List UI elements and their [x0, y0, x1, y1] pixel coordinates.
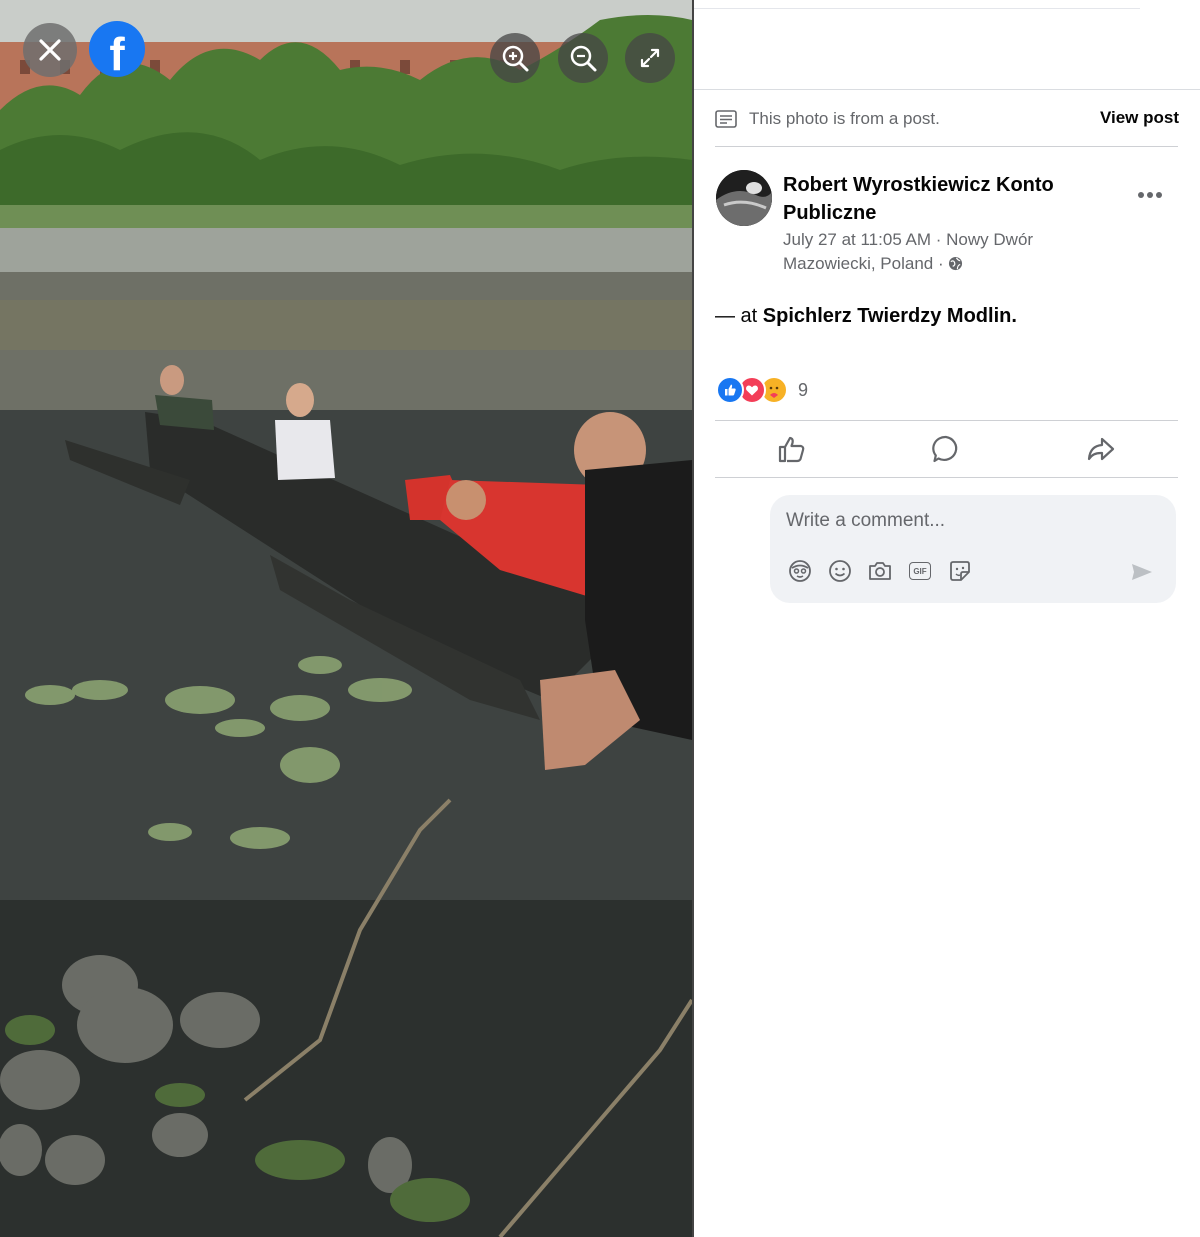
post-notice-text: This photo is from a post.: [749, 109, 940, 128]
facebook-logo[interactable]: f: [89, 21, 145, 80]
like-reaction-icon: [716, 376, 744, 404]
close-icon: [39, 39, 61, 61]
emoji-button[interactable]: [826, 557, 854, 585]
like-button[interactable]: [715, 421, 869, 477]
comment-input[interactable]: [786, 507, 1156, 535]
globe-icon: [949, 256, 963, 271]
author-avatar-image: [716, 170, 772, 226]
post-text-prefix: — at: [715, 305, 763, 327]
zoom-in-icon: [502, 45, 529, 72]
location-link[interactable]: Spichlerz Twierdzy Modlin.: [763, 305, 1017, 327]
camera-icon: [869, 562, 891, 580]
zoom-in-button[interactable]: [490, 33, 540, 83]
author-name[interactable]: Robert Wyrostkiewicz Konto Publiczne: [783, 171, 1083, 227]
sticker-button[interactable]: [946, 557, 974, 585]
more-options-button[interactable]: [1132, 180, 1168, 210]
post-meta: July 27 at 11:05 AM · Nowy Dwór Mazowiec…: [783, 228, 1083, 276]
header-divider: [694, 89, 1200, 90]
comment-button[interactable]: [869, 421, 1023, 477]
gif-label: GIF: [913, 566, 927, 576]
post-notice: This photo is from a post. View post: [715, 106, 1179, 132]
avatar-sticker-button[interactable]: [786, 557, 814, 585]
comment-composer: GIF: [770, 495, 1176, 603]
comment-icon: [932, 435, 958, 463]
share-button[interactable]: [1024, 421, 1178, 477]
actions-divider: [715, 477, 1178, 478]
more-dots-icon: [1138, 192, 1162, 198]
post-text: — at Spichlerz Twierdzy Modlin.: [715, 302, 1017, 330]
author-avatar[interactable]: [716, 170, 772, 226]
reaction-summary[interactable]: 9: [716, 376, 808, 404]
top-divider: [694, 8, 1140, 9]
post-photo: [0, 0, 692, 1237]
post-meta-text[interactable]: July 27 at 11:05 AM · Nowy Dwór Mazowiec…: [783, 230, 1033, 273]
zoom-out-button[interactable]: [558, 33, 608, 83]
photo-button[interactable]: [866, 557, 894, 585]
expand-icon: [640, 48, 660, 68]
facebook-logo-letter: f: [109, 28, 125, 80]
notice-divider: [715, 146, 1178, 147]
avatar-sticker-icon: [789, 560, 811, 582]
comment-tools: GIF: [786, 557, 986, 585]
thumbs-up-icon: [779, 436, 805, 463]
post-actions: [715, 421, 1178, 477]
fullscreen-button[interactable]: [625, 33, 675, 83]
post-notice-icon: [715, 110, 737, 128]
gif-button[interactable]: GIF: [906, 557, 934, 585]
sticker-icon: [950, 561, 970, 581]
view-post-link[interactable]: View post: [1100, 108, 1179, 128]
emoji-icon: [829, 560, 851, 582]
send-icon: [1132, 564, 1152, 580]
zoom-out-icon: [570, 45, 597, 72]
reaction-count: 9: [798, 379, 809, 400]
send-comment-button[interactable]: [1128, 559, 1156, 585]
close-button[interactable]: [23, 23, 77, 77]
share-icon: [1087, 437, 1114, 461]
post-sidebar: This photo is from a post. View post Rob…: [694, 0, 1200, 1237]
photo-viewer: f: [0, 0, 692, 1237]
gif-icon: GIF: [909, 562, 931, 580]
